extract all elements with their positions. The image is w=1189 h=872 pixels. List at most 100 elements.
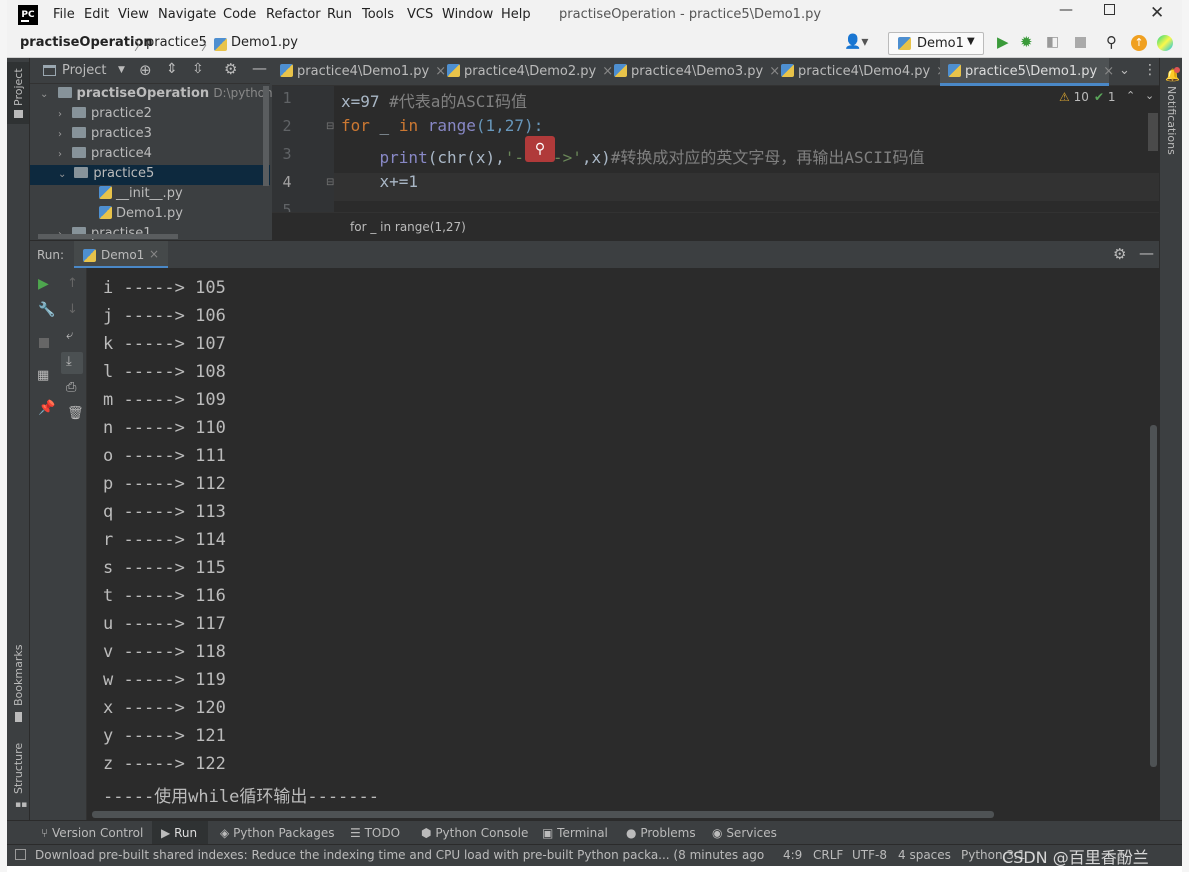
close-tab-icon[interactable]: × <box>1103 64 1114 79</box>
menu-refactor[interactable]: Refactor <box>266 7 321 22</box>
breadcrumb-project[interactable]: practiseOperation <box>20 35 153 50</box>
caret-position[interactable]: 4:9 <box>783 848 802 862</box>
hide-panel-icon[interactable]: — <box>1139 244 1154 262</box>
tab-todo[interactable]: ☰ TODO <box>350 826 400 840</box>
hide-panel-icon[interactable]: — <box>252 59 267 77</box>
tab-label: Terminal <box>557 826 608 840</box>
code-line-1[interactable]: x=97 #代表a的ASCI码值 <box>341 88 527 112</box>
rerun-icon[interactable]: ▶ <box>38 276 49 292</box>
print-icon[interactable]: ⎙ <box>66 380 76 395</box>
code-line-4[interactable]: x+=1 <box>341 172 419 191</box>
tab-practice4-demo3[interactable]: practice4\Demo3.py × <box>606 58 780 86</box>
code-line-3[interactable]: print(chr(x),'----->',x)#转换成对应的英文字母，再输出A… <box>341 144 925 168</box>
status-message[interactable]: Download pre-built shared indexes: Reduc… <box>35 848 765 862</box>
tree-item-init[interactable]: __init__.py <box>99 186 183 201</box>
tab-practice5-demo1[interactable]: practice5\Demo1.py × <box>940 58 1114 86</box>
close-icon[interactable]: ✕ <box>1150 3 1164 23</box>
structure-side-label[interactable]: Structure <box>12 743 25 794</box>
menu-edit[interactable]: Edit <box>84 7 109 22</box>
maximize-icon[interactable] <box>1104 4 1115 15</box>
debug-icon[interactable]: ✹ <box>1020 33 1033 51</box>
notifications-side-label[interactable]: Notifications <box>1165 86 1178 155</box>
up-arrow-icon[interactable]: ↑ <box>67 276 78 291</box>
menu-window[interactable]: Window <box>442 7 493 22</box>
breadcrumb-folder[interactable]: practice5 <box>146 35 207 50</box>
menu-navigate[interactable]: Navigate <box>158 7 216 22</box>
tab-practice4-demo1[interactable]: practice4\Demo1.py × <box>272 58 446 86</box>
code-line-2[interactable]: for _ in range(1,27): <box>341 116 543 135</box>
file-encoding[interactable]: UTF-8 <box>852 848 887 862</box>
minimize-icon[interactable]: — <box>1059 2 1073 18</box>
down-arrow-icon[interactable]: ↓ <box>67 302 78 317</box>
run-config-select[interactable]: Demo1 ▼ <box>888 32 984 55</box>
menu-tools[interactable]: Tools <box>362 7 394 22</box>
stop-icon[interactable] <box>1075 37 1086 48</box>
warnings-count[interactable]: ⚠ 10 <box>1059 90 1089 104</box>
tree-root[interactable]: ⌄ practiseOperation D:\pythonProj <box>40 86 295 101</box>
menu-run[interactable]: Run <box>327 7 352 22</box>
collapse-all-icon[interactable]: ⇳ <box>192 61 204 77</box>
status-toggle-icon[interactable] <box>15 849 26 860</box>
tab-python-console[interactable]: ⬢ Python Console <box>421 826 528 840</box>
menu-file[interactable]: File <box>53 7 75 22</box>
console-vertical-scrollbar[interactable] <box>1150 425 1157 767</box>
search-overlay-icon[interactable]: ⚲ <box>525 136 555 162</box>
gear-icon[interactable]: ⚙ <box>224 60 237 78</box>
tree-item-practice2[interactable]: › practice2 <box>58 106 152 121</box>
scroll-to-end-toggle[interactable] <box>61 352 83 374</box>
pin-icon[interactable]: 📌 <box>38 400 55 416</box>
code-breadcrumb-item[interactable]: for _ in range(1,27) <box>350 220 466 234</box>
jetbrains-icon[interactable] <box>1157 35 1173 51</box>
tab-practice4-demo4[interactable]: practice4\Demo4.py× <box>773 58 947 86</box>
folder-icon <box>72 107 86 118</box>
fold-icon[interactable]: ⊟ <box>326 121 334 132</box>
vertical-scrollbar[interactable] <box>263 86 269 186</box>
tab-version-control[interactable]: ⑂ Version Control <box>41 826 143 840</box>
console-horizontal-scrollbar[interactable] <box>92 811 994 818</box>
horizontal-scrollbar[interactable] <box>38 234 178 239</box>
run-icon[interactable]: ▶ <box>997 33 1009 51</box>
layout-icon[interactable]: ▦ <box>37 368 49 383</box>
coverage-icon[interactable]: ◧ <box>1046 34 1059 50</box>
tab-python-packages[interactable]: ◈ Python Packages <box>220 826 334 840</box>
trash-icon[interactable]: 🗑 <box>67 406 84 421</box>
chevron-down-icon[interactable]: ▼ <box>118 65 125 75</box>
tab-problems[interactable]: ● Problems <box>626 826 696 840</box>
update-icon[interactable]: ↑ <box>1131 35 1147 51</box>
tree-item-practice5[interactable]: ⌄ practice5 <box>58 166 154 181</box>
tree-item-practice4[interactable]: › practice4 <box>58 146 152 161</box>
console-output[interactable]: i -----> 105 j -----> 106 k -----> 107 l… <box>86 268 1159 820</box>
tab-run[interactable]: ▶ Run <box>161 826 197 840</box>
tab-services[interactable]: ◉ Services <box>712 826 777 840</box>
bookmarks-side-label[interactable]: Bookmarks <box>12 645 25 706</box>
chevron-down-icon[interactable]: ⌄ <box>1145 89 1154 102</box>
menu-code[interactable]: Code <box>223 7 256 22</box>
indent-setting[interactable]: 4 spaces <box>898 848 951 862</box>
checks-count[interactable]: ✔ 1 <box>1094 90 1116 104</box>
soft-wrap-icon[interactable]: ⤶ <box>66 328 73 343</box>
project-panel-title[interactable]: Project <box>62 63 106 78</box>
tab-practice4-demo2[interactable]: practice4\Demo2.py × <box>439 58 613 86</box>
project-side-label[interactable]: Project <box>12 68 25 106</box>
breadcrumb-file[interactable]: Demo1.py <box>231 35 298 50</box>
tabs-dropdown-icon[interactable]: ⌄ <box>1119 63 1130 78</box>
locate-icon[interactable]: ⊕ <box>139 61 152 79</box>
tab-terminal[interactable]: ▣ Terminal <box>542 826 608 840</box>
stop-icon[interactable] <box>39 338 49 348</box>
menu-vcs[interactable]: VCS <box>407 7 433 22</box>
close-tab-icon[interactable]: × <box>149 247 159 261</box>
expand-all-icon[interactable]: ⇕ <box>166 61 178 77</box>
line-separator[interactable]: CRLF <box>813 848 843 862</box>
more-icon[interactable]: ⋮ <box>1143 62 1157 78</box>
menu-view[interactable]: View <box>118 7 149 22</box>
tree-item-practice3[interactable]: › practice3 <box>58 126 152 141</box>
user-icon[interactable]: 👤▾ <box>844 34 868 50</box>
editor-scrollbar[interactable] <box>1148 113 1158 151</box>
menu-help[interactable]: Help <box>501 7 531 22</box>
search-icon[interactable]: ⚲ <box>1106 33 1117 51</box>
gear-icon[interactable]: ⚙ <box>1113 245 1126 263</box>
tree-item-demo1[interactable]: Demo1.py <box>99 206 183 221</box>
run-tab-demo1[interactable]: Demo1 × <box>74 241 168 269</box>
chevron-up-icon[interactable]: ⌃ <box>1126 89 1135 102</box>
wrench-icon[interactable]: 🔧 <box>38 302 55 318</box>
